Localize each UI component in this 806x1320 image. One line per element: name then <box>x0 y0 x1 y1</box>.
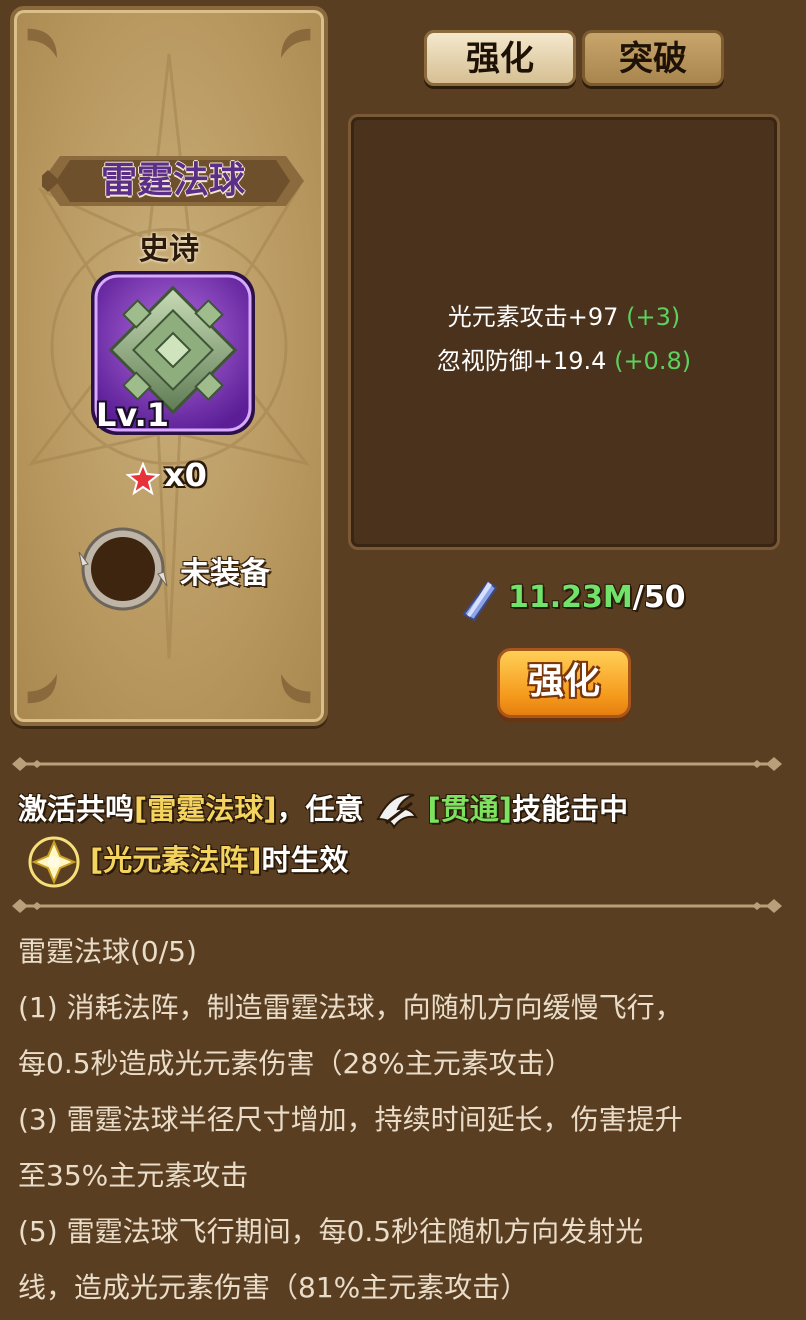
equip-slot[interactable] <box>76 522 170 616</box>
cost-text: 11.23M/50 <box>508 580 685 615</box>
description-line: (3) 雷霆法球半径尺寸增加，持续时间延长，伤害提升 <box>18 1103 683 1136</box>
resonance-suffix: 技能击中 <box>512 792 629 826</box>
item-card: 雷霆法球 史诗 Lv.1 x0 未装备 <box>10 6 328 726</box>
description-line: (5) 雷霆法球飞行期间，每0.5秒往随机方向发射光 <box>18 1215 644 1248</box>
stat-row: 忽视防御+19.4 (+0.8) <box>351 341 777 376</box>
stat-label: 忽视防御+19.4 <box>436 347 607 375</box>
stat-increase: (+3) <box>626 303 681 331</box>
cost-need: /50 <box>632 580 686 615</box>
light-array-icon <box>28 836 80 888</box>
resonance-line-2: [光元素法阵]时生效 <box>26 834 349 890</box>
description-line: 每0.5秒造成光元素伤害（28%主元素攻击） <box>18 1047 573 1080</box>
resonance-mid: ，任意 <box>276 792 364 826</box>
description-title: 雷霆法球(0/5) <box>18 935 197 968</box>
item-name: 雷霆法球 <box>100 160 245 201</box>
resonance-line-1: 激活共鸣[雷霆法球]，任意 [贯通]技能击中 <box>18 786 628 833</box>
stat-row: 光元素攻击+97 (+3) <box>351 297 777 332</box>
enhance-button[interactable]: 强化 <box>497 648 631 718</box>
equip-status: 未装备 <box>180 556 270 591</box>
star-count: x0 <box>164 456 207 494</box>
resonance-skill: [贯通] <box>427 792 513 826</box>
description-line: 线，造成光元素伤害（81%主元素攻击） <box>18 1271 529 1304</box>
resonance-item: [雷霆法球] <box>134 792 277 826</box>
stat-label: 光元素攻击+97 <box>447 303 619 331</box>
crystal-shard-icon <box>462 580 498 622</box>
description-line: 至35%主元素攻击 <box>18 1159 249 1192</box>
resonance-prefix: 激活共鸣 <box>18 792 135 826</box>
divider <box>12 899 782 913</box>
stats-panel: 光元素攻击+97 (+3) 忽视防御+19.4 (+0.8) <box>348 114 780 550</box>
tab-breakthrough[interactable]: 突破 <box>582 30 724 86</box>
item-rarity: 史诗 <box>139 232 199 267</box>
item-level: Lv.1 <box>96 396 170 434</box>
tab-enhance[interactable]: 强化 <box>424 30 576 86</box>
cost-have: 11.23M <box>508 580 633 615</box>
divider <box>12 757 782 771</box>
resonance-suffix-2: 时生效 <box>261 843 349 877</box>
red-star-icon <box>126 462 160 496</box>
skill-description: 雷霆法球(0/5) (1) 消耗法阵，制造雷霆法球，向随机方向缓慢飞行， 每0.… <box>18 924 790 1316</box>
description-line: (1) 消耗法阵，制造雷霆法球，向随机方向缓慢飞行， <box>18 991 683 1024</box>
resonance-aura: [光元素法阵] <box>90 843 262 877</box>
stat-increase: (+0.8) <box>614 347 692 375</box>
pierce-skill-icon <box>375 793 418 829</box>
